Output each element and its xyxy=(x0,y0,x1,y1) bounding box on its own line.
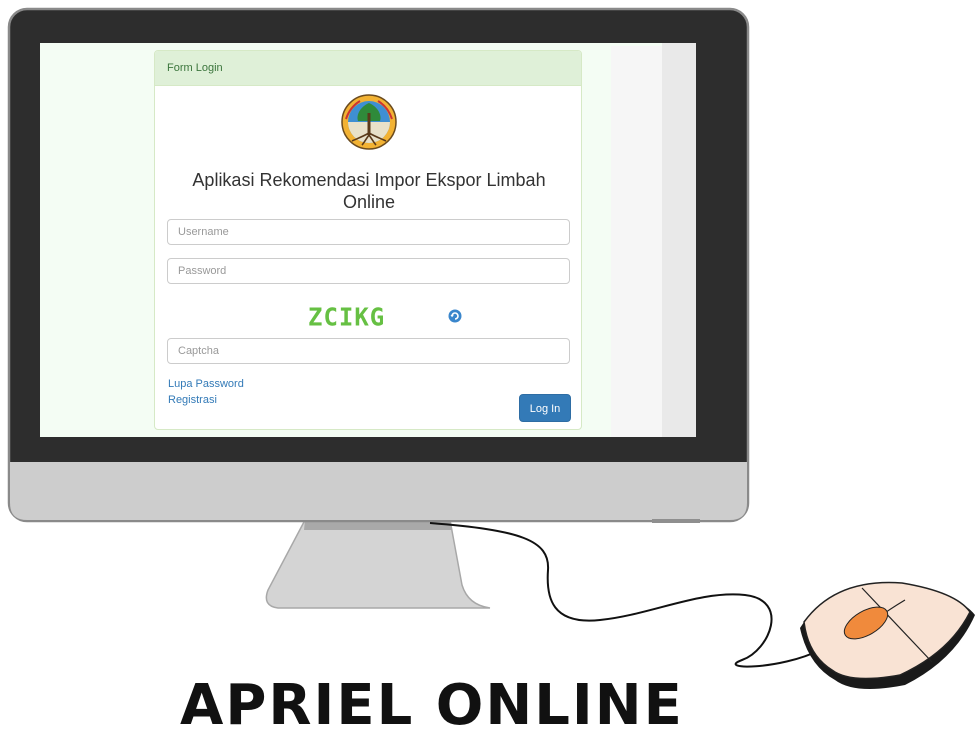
ministry-emblem-icon xyxy=(341,94,397,150)
app-title-line2: Online xyxy=(342,192,396,212)
forgot-password-link[interactable]: Lupa Password xyxy=(168,378,244,390)
panel-heading: Form Login xyxy=(155,51,581,86)
banner-title: APRIEL ONLINE xyxy=(180,673,684,738)
username-input[interactable] xyxy=(167,219,570,245)
captcha-image: ZCIKG xyxy=(308,302,386,332)
monitor-stand xyxy=(265,519,491,609)
monitor-chin xyxy=(10,462,747,520)
app-title-line1: Aplikasi Rekomendasi Impor Ekspor Limbah xyxy=(192,170,546,190)
screen-side-band xyxy=(662,43,696,437)
mouse-cable xyxy=(429,522,821,668)
register-link[interactable]: Registrasi xyxy=(168,394,217,406)
app-title: Aplikasi Rekomendasi Impor Ekspor Limbah… xyxy=(155,169,583,213)
captcha-input[interactable] xyxy=(167,338,570,364)
login-button[interactable]: Log In xyxy=(519,394,571,422)
computer-mouse-icon xyxy=(800,581,975,689)
password-input[interactable] xyxy=(167,258,570,284)
monitor-screen: Form Login Aplikasi Rekomendasi Impor Ek… xyxy=(40,43,696,437)
refresh-icon[interactable] xyxy=(448,309,462,323)
login-panel: Form Login Aplikasi Rekomendasi Impor Ek… xyxy=(154,50,582,430)
